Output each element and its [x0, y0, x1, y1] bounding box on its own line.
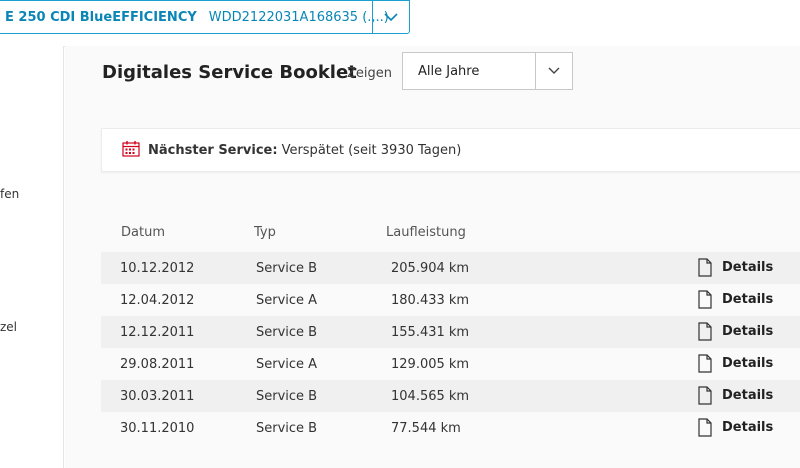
page-title: Digitales Service Booklet — [102, 62, 357, 83]
vehicle-model: E 250 CDI BlueEFFICIENCY — [5, 9, 197, 25]
show-label: Zeigen — [347, 66, 393, 81]
details-button[interactable]: Details — [698, 258, 773, 277]
year-filter-select[interactable]: Alle Jahre — [402, 52, 573, 90]
document-icon — [698, 290, 712, 309]
next-service-banner: Nächster Service: Verspätet (seit 3930 T… — [101, 128, 800, 172]
details-button[interactable]: Details — [698, 386, 773, 405]
row-mileage: 180.433 km — [391, 292, 470, 308]
chevron-down-icon[interactable] — [535, 53, 572, 89]
row-type: Service B — [256, 388, 318, 404]
document-icon — [698, 386, 712, 405]
details-label: Details — [722, 356, 774, 371]
column-header-date: Datum — [121, 224, 165, 240]
row-type: Service B — [256, 260, 318, 276]
document-icon — [698, 322, 712, 341]
vehicle-vin: WDD2122031A168635 (.,..) — [208, 9, 389, 25]
document-icon — [698, 258, 712, 277]
table-row: 10.12.2012 Service B 205.904 km Details — [101, 252, 800, 284]
details-label: Details — [722, 260, 774, 275]
details-button[interactable]: Details — [698, 322, 773, 341]
table-row: 30.03.2011 Service B 104.565 km Details — [101, 380, 800, 412]
details-button[interactable]: Details — [698, 354, 773, 373]
row-date: 10.12.2012 — [120, 260, 195, 276]
service-table: 10.12.2012 Service B 205.904 km Details … — [101, 252, 800, 444]
details-button[interactable]: Details — [698, 418, 773, 437]
vehicle-selector[interactable]: E 250 CDI BlueEFFICIENCY WDD2122031A1686… — [0, 0, 410, 34]
table-row: 12.12.2011 Service B 155.431 km Details — [101, 316, 800, 348]
table-row: 30.11.2010 Service B 77.544 km Details — [101, 412, 800, 444]
sidebar-item-2[interactable]: zel — [0, 320, 17, 334]
sidebar-item-1[interactable]: fen — [0, 187, 19, 201]
year-filter-value: Alle Jahre — [418, 63, 480, 79]
row-date: 12.12.2011 — [120, 324, 195, 340]
details-label: Details — [722, 324, 774, 339]
column-header-type: Typ — [254, 224, 276, 240]
column-header-mileage: Laufleistung — [386, 224, 466, 240]
next-service-label: Nächster Service: — [148, 142, 278, 158]
table-row: 12.04.2012 Service A 180.433 km Details — [101, 284, 800, 316]
page: E 250 CDI BlueEFFICIENCY WDD2122031A1686… — [0, 0, 800, 468]
details-label: Details — [722, 420, 774, 435]
row-date: 29.08.2011 — [120, 356, 195, 372]
row-date: 30.03.2011 — [120, 388, 195, 404]
top-bar: E 250 CDI BlueEFFICIENCY WDD2122031A1686… — [0, 0, 800, 47]
row-type: Service A — [256, 356, 318, 372]
details-button[interactable]: Details — [698, 290, 773, 309]
details-label: Details — [722, 388, 774, 403]
table-header: Datum Typ Laufleistung — [101, 214, 800, 250]
table-row: 29.08.2011 Service A 129.005 km Details — [101, 348, 800, 380]
document-icon — [698, 418, 712, 437]
row-mileage: 77.544 km — [391, 420, 461, 436]
sidebar: fen zel — [0, 46, 64, 468]
calendar-icon — [122, 140, 140, 161]
row-type: Service B — [256, 324, 318, 340]
document-icon — [698, 354, 712, 373]
main-content: Digitales Service Booklet Zeigen Alle Ja… — [65, 46, 800, 468]
row-mileage: 155.431 km — [391, 324, 470, 340]
row-mileage: 129.005 km — [391, 356, 470, 372]
row-mileage: 104.565 km — [391, 388, 470, 404]
row-date: 12.04.2012 — [120, 292, 195, 308]
chevron-down-icon[interactable] — [372, 1, 409, 33]
next-service-status: Verspätet (seit 3930 Tagen) — [281, 142, 462, 158]
row-type: Service B — [256, 420, 318, 436]
row-mileage: 205.904 km — [391, 260, 470, 276]
row-type: Service A — [256, 292, 318, 308]
row-date: 30.11.2010 — [120, 420, 195, 436]
details-label: Details — [722, 292, 774, 307]
